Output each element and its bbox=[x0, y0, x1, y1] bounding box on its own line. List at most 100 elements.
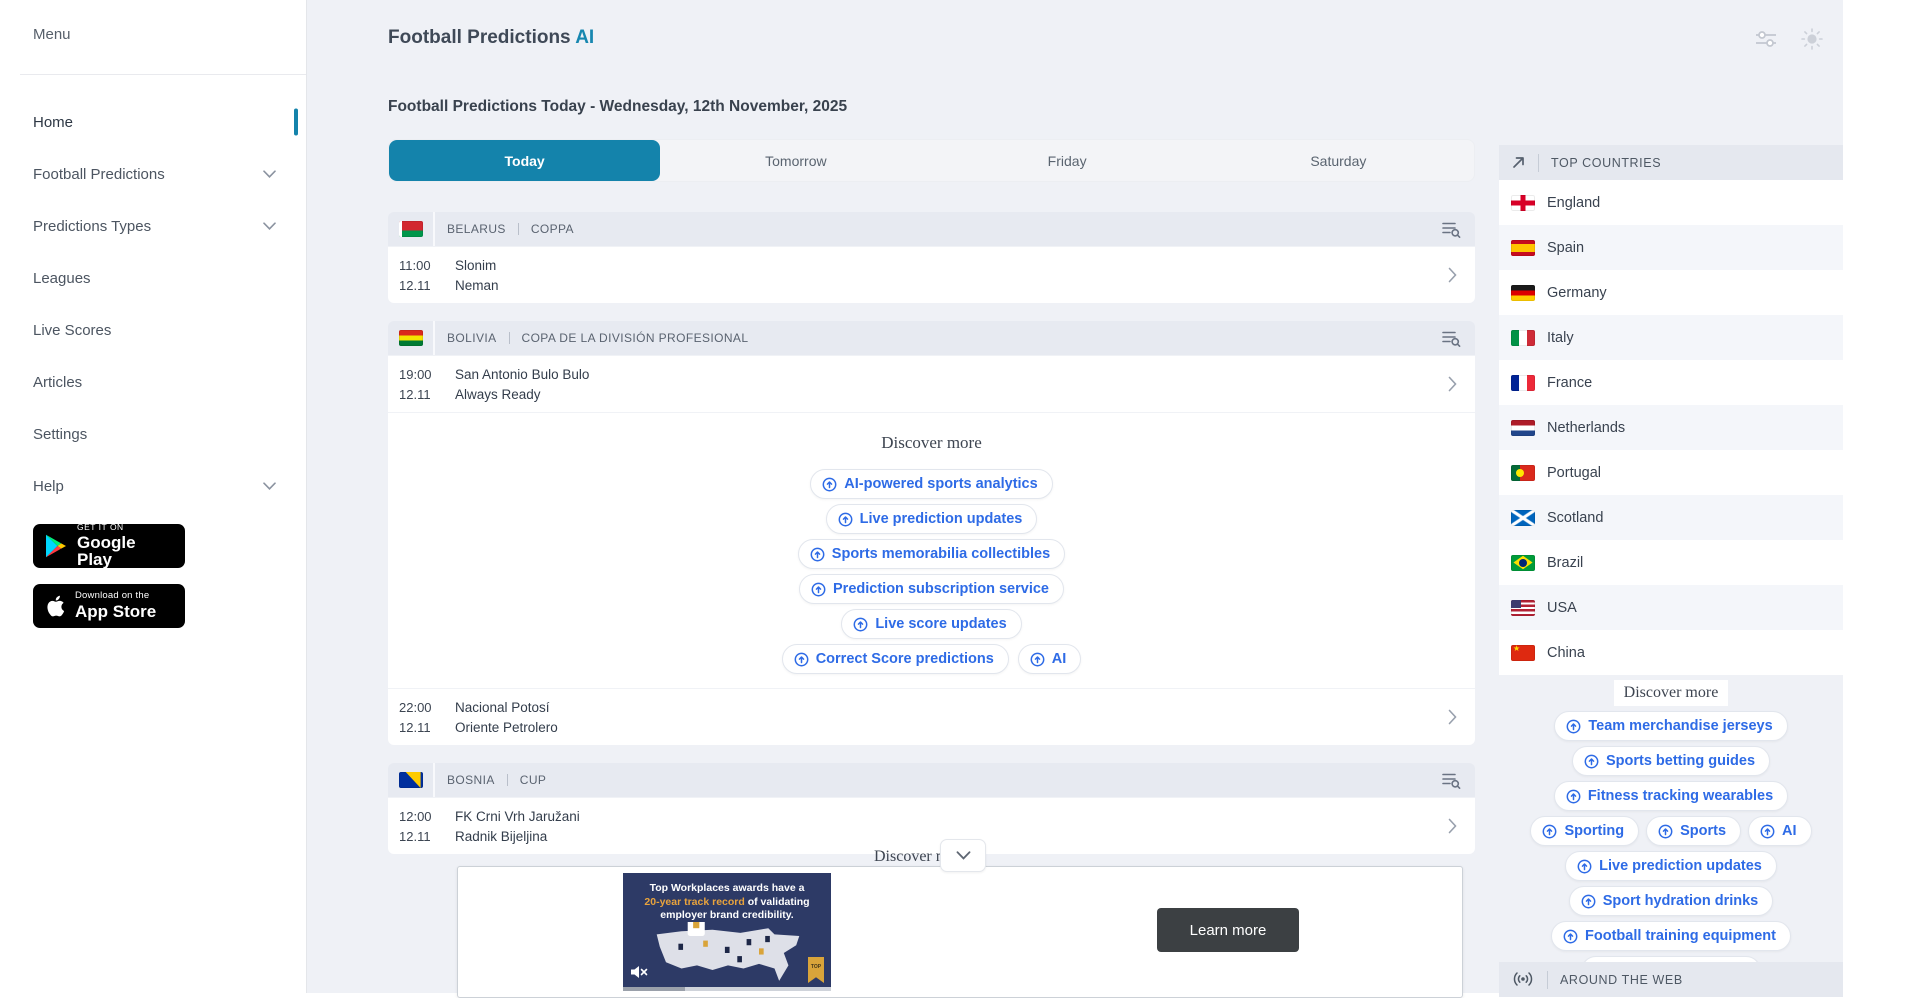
discover-pill[interactable]: AI bbox=[1018, 644, 1082, 674]
discover-pill[interactable]: Prediction subscription service bbox=[799, 574, 1064, 604]
standings-search-icon[interactable] bbox=[1442, 221, 1461, 238]
ad-progress-bar bbox=[623, 987, 831, 991]
mute-button[interactable] bbox=[629, 963, 649, 981]
collapse-discover-button[interactable] bbox=[940, 839, 986, 872]
country-row-portugal[interactable]: Portugal bbox=[1499, 450, 1843, 495]
match-row[interactable]: 19:00 12.11 San Antonio Bulo Bulo Always… bbox=[388, 355, 1475, 412]
league-header[interactable]: BOLIVIA COPA DE LA DIVISIÓN PROFESIONAL bbox=[388, 321, 1475, 355]
league-header[interactable]: BOSNIA CUP bbox=[388, 763, 1475, 797]
interest-arrow-icon bbox=[1542, 824, 1557, 839]
tab-saturday[interactable]: Saturday bbox=[1203, 140, 1474, 181]
match-date: 12.11 bbox=[399, 720, 443, 735]
discover-pill[interactable]: Sporting bbox=[1530, 816, 1639, 846]
flag-icon bbox=[1511, 645, 1535, 661]
flag-icon bbox=[1511, 195, 1535, 211]
country-row-scotland[interactable]: Scotland bbox=[1499, 495, 1843, 540]
league-section-bolivia: BOLIVIA COPA DE LA DIVISIÓN PROFESIONAL … bbox=[388, 321, 1475, 745]
away-team: Neman bbox=[455, 278, 499, 293]
flag-icon bbox=[399, 221, 423, 237]
flag-icon bbox=[1511, 555, 1535, 571]
discover-pill[interactable]: Sport hydration drinks bbox=[1569, 886, 1774, 916]
country-row-usa[interactable]: USA bbox=[1499, 585, 1843, 630]
sidebar-item-settings[interactable]: Settings bbox=[0, 408, 306, 460]
badge-store-name: Google Play bbox=[77, 534, 173, 570]
google-play-badge[interactable]: GET IT ON Google Play bbox=[33, 524, 185, 568]
sidebar-item-articles[interactable]: Articles bbox=[0, 356, 306, 408]
sidebar-item-live-scores[interactable]: Live Scores bbox=[0, 304, 306, 356]
match-row[interactable]: 12:00 12.11 FK Crni Vrh Jaružani Radnik … bbox=[388, 797, 1475, 854]
match-row[interactable]: 11:00 12.11 Slonim Neman bbox=[388, 246, 1475, 303]
tab-tomorrow[interactable]: Tomorrow bbox=[660, 140, 931, 181]
sliders-icon[interactable] bbox=[1755, 30, 1777, 48]
sidebar-item-label: Articles bbox=[33, 374, 82, 391]
discover-pill[interactable]: Football training equipment bbox=[1551, 921, 1791, 951]
country-row-brazil[interactable]: Brazil bbox=[1499, 540, 1843, 585]
league-name: COPPA bbox=[531, 222, 574, 236]
discover-pill[interactable]: Live score updates bbox=[841, 609, 1021, 639]
ad-banner[interactable]: Top Workplaces awards have a 20-year tra… bbox=[457, 866, 1463, 998]
discover-pill[interactable]: Correct Score predictions bbox=[782, 644, 1009, 674]
discover-pill[interactable]: Sports memorabilia collectibles bbox=[798, 539, 1065, 569]
match-row[interactable]: 22:00 12.11 Nacional Potosí Oriente Petr… bbox=[388, 688, 1475, 745]
ad-headline: employer brand credibility. bbox=[623, 909, 831, 923]
country-row-england[interactable]: England bbox=[1499, 180, 1843, 225]
match-date: 12.11 bbox=[399, 829, 443, 844]
interest-arrow-icon bbox=[1658, 824, 1673, 839]
left-sidebar: Menu Home Football Predictions Predictio… bbox=[0, 0, 307, 993]
ad-headline: 20-year track record of validating bbox=[623, 896, 831, 910]
discover-pill[interactable]: Sports bbox=[1646, 816, 1741, 846]
country-row-italy[interactable]: Italy bbox=[1499, 315, 1843, 360]
flag-icon bbox=[1511, 375, 1535, 391]
ad-creative[interactable]: Top Workplaces awards have a 20-year tra… bbox=[623, 873, 831, 991]
sidebar-item-leagues[interactable]: Leagues bbox=[0, 252, 306, 304]
country-row-china[interactable]: China bbox=[1499, 630, 1843, 675]
discover-pill[interactable]: Sports betting guides bbox=[1572, 746, 1770, 776]
discover-pill[interactable]: Team merchandise jerseys bbox=[1554, 711, 1787, 741]
sidebar-item-football-predictions[interactable]: Football Predictions bbox=[0, 148, 306, 200]
match-time: 12:00 bbox=[399, 809, 443, 824]
standings-search-icon[interactable] bbox=[1442, 330, 1461, 347]
sidebar-item-predictions-types[interactable]: Predictions Types bbox=[0, 200, 306, 252]
home-team: Nacional Potosí bbox=[455, 700, 558, 715]
around-the-web-title: AROUND THE WEB bbox=[1560, 973, 1683, 987]
interest-arrow-icon bbox=[1760, 824, 1775, 839]
top-countries-title: TOP COUNTRIES bbox=[1551, 156, 1661, 170]
learn-more-button[interactable]: Learn more bbox=[1157, 908, 1299, 952]
standings-search-icon[interactable] bbox=[1442, 772, 1461, 789]
discover-pill[interactable]: Live prediction updates bbox=[826, 504, 1038, 534]
country-row-germany[interactable]: Germany bbox=[1499, 270, 1843, 315]
tab-friday[interactable]: Friday bbox=[932, 140, 1203, 181]
sidebar-item-help[interactable]: Help bbox=[0, 460, 306, 512]
store-badges: GET IT ON Google Play Download on the Ap… bbox=[33, 524, 306, 628]
google-play-icon bbox=[45, 534, 67, 558]
discover-pill[interactable]: Fitness tracking wearables bbox=[1554, 781, 1788, 811]
chevron-down-icon bbox=[956, 851, 971, 860]
country-row-spain[interactable]: Spain bbox=[1499, 225, 1843, 270]
right-discover-block: Discover more Team merchandise jerseys S… bbox=[1499, 680, 1843, 986]
flag-icon bbox=[1511, 600, 1535, 616]
discover-more-block: Discover more AI-powered sports analytic… bbox=[388, 412, 1475, 688]
chevron-down-icon bbox=[263, 482, 276, 490]
sun-icon[interactable] bbox=[1801, 28, 1823, 50]
discover-pill[interactable]: AI bbox=[1748, 816, 1812, 846]
discover-pill[interactable]: Live prediction updates bbox=[1565, 851, 1777, 881]
sidebar-item-label: Home bbox=[33, 114, 73, 131]
app-store-badge[interactable]: Download on the App Store bbox=[33, 584, 185, 628]
sidebar-item-home[interactable]: Home bbox=[0, 96, 306, 148]
interest-arrow-icon bbox=[1581, 894, 1596, 909]
league-header[interactable]: BELARUS COPPA bbox=[388, 212, 1475, 246]
country-row-netherlands[interactable]: Netherlands bbox=[1499, 405, 1843, 450]
mute-icon bbox=[629, 963, 649, 981]
discover-more-label: Discover more bbox=[1614, 680, 1729, 706]
chevron-right-icon bbox=[1448, 376, 1457, 392]
chevron-right-icon bbox=[1448, 267, 1457, 283]
match-date: 12.11 bbox=[399, 387, 443, 402]
flag-icon bbox=[399, 330, 423, 346]
sidebar-item-label: Help bbox=[33, 478, 64, 495]
country-row-france[interactable]: France bbox=[1499, 360, 1843, 405]
away-team: Radnik Bijeljina bbox=[455, 829, 580, 844]
tab-today[interactable]: Today bbox=[389, 140, 660, 181]
discover-pill[interactable]: AI-powered sports analytics bbox=[810, 469, 1052, 499]
chevron-down-icon bbox=[263, 170, 276, 178]
match-date: 12.11 bbox=[399, 278, 443, 293]
